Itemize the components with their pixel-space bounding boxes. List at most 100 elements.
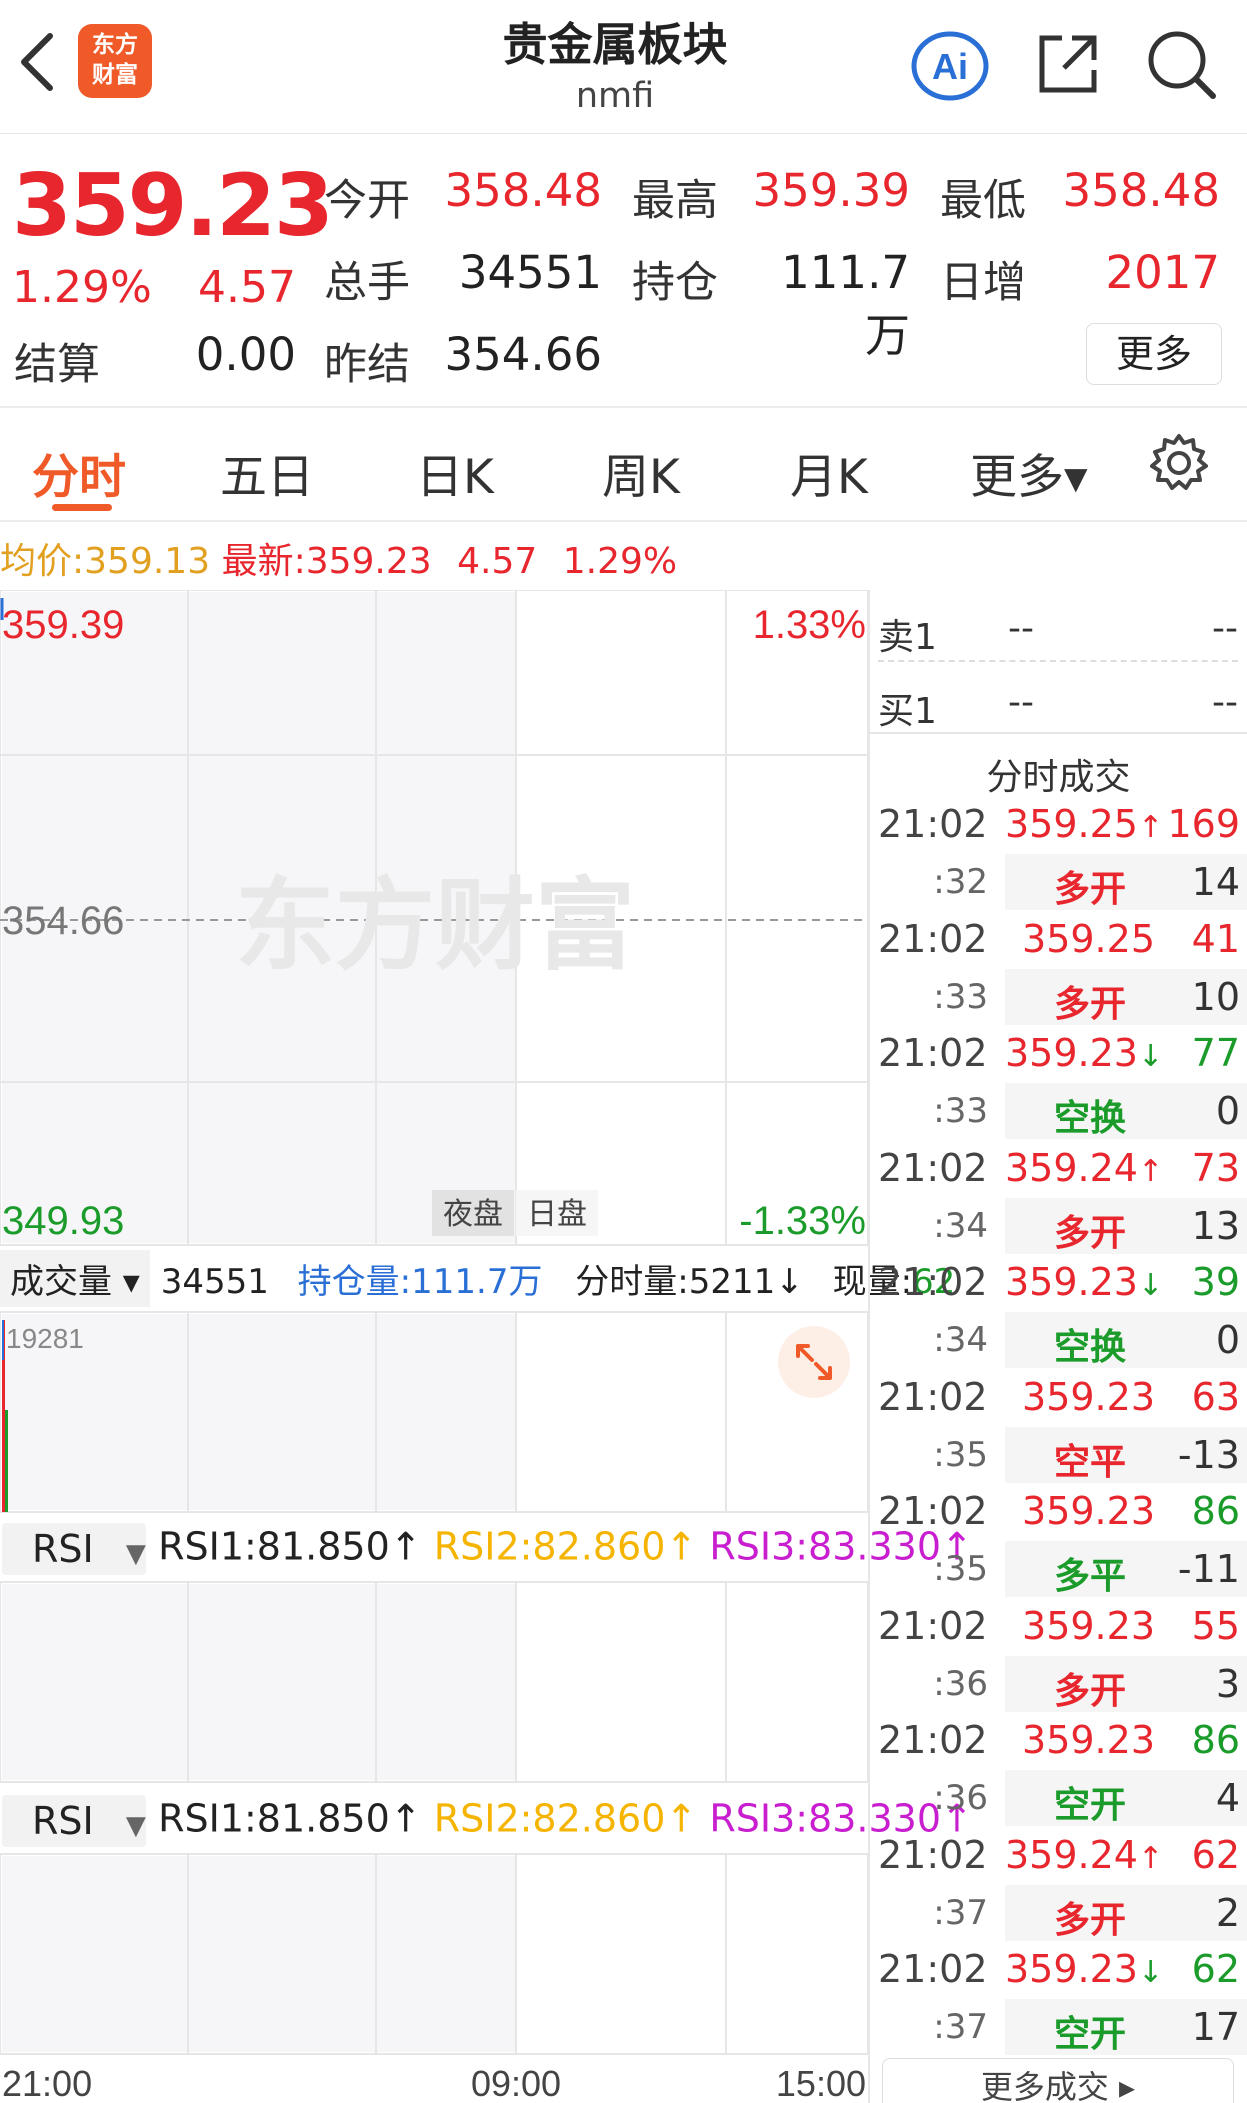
time-label-end: 15:00: [776, 2063, 866, 2103]
buy1-label: 买1: [878, 691, 937, 732]
tab-monthly-k[interactable]: 月K: [790, 438, 868, 507]
search-icon[interactable]: [1145, 28, 1219, 102]
open-interest-info: 持仓量:111.7万: [297, 1262, 543, 1302]
trade-volume: 73: [1191, 1145, 1240, 1190]
trade-volume: 77: [1191, 1031, 1240, 1075]
trade-volume: 169: [1167, 802, 1240, 846]
trade-price: 359.25↑: [1005, 802, 1164, 846]
trade-price: 359.24↑: [1005, 1832, 1164, 1877]
settings-gear-icon[interactable]: [1148, 432, 1210, 494]
trade-qty: 14: [1191, 860, 1240, 904]
trade-qty: -11: [1177, 1547, 1240, 1591]
trade-volume: 39: [1191, 1260, 1240, 1304]
settle-value: 0.00: [195, 328, 296, 381]
tab-intraday[interactable]: 分时: [32, 438, 126, 507]
trade-qty: 3: [1215, 1661, 1240, 1706]
indicator-selector-rsi-1[interactable]: RSI ▼: [2, 1523, 146, 1575]
time-label-mid: 09:00: [471, 2063, 561, 2103]
last-price: 359.23: [12, 156, 334, 256]
trade-qty: -13: [1177, 1432, 1240, 1477]
rsi1-value: RSI1:81.850: [158, 1796, 390, 1841]
day-session-label: 日盘: [527, 1197, 587, 1232]
intraday-chart[interactable]: 东方财富 359.39 1.33% 354.66 349.93 -1.33% 夜…: [0, 590, 870, 2103]
rsi-selector-label: RSI: [32, 1527, 94, 1571]
trade-seconds: :35: [933, 1549, 988, 1589]
price-summary-line: 均价:359.13 最新:359.23 4.57 1.29%: [0, 532, 677, 584]
open-value: 358.48: [444, 164, 602, 217]
trade-seconds: :34: [933, 1320, 988, 1360]
tab-weekly-k[interactable]: 周K: [602, 438, 680, 507]
logo-line-1: 东方: [92, 32, 138, 58]
volume-total: 34551: [160, 1262, 269, 1302]
change-value: 4.57: [198, 262, 296, 313]
tab-more[interactable]: 更多▾: [970, 438, 1088, 507]
trade-qty: 0: [1215, 1089, 1240, 1133]
latest-label: 最新:: [221, 541, 306, 582]
trade-price: 359.23: [1022, 1489, 1155, 1533]
trade-volume: 63: [1191, 1374, 1240, 1419]
low-label: 最低: [940, 176, 1026, 226]
sell1-volume: --: [1212, 608, 1238, 649]
trade-seconds: :37: [933, 2007, 988, 2047]
indicator-selector-rsi-2[interactable]: RSI ▼: [2, 1795, 146, 1847]
trade-volume: 86: [1191, 1718, 1240, 1762]
trade-seconds: :36: [933, 1778, 988, 1818]
open-interest-label: 持仓: [632, 258, 718, 308]
trade-volume: 41: [1191, 916, 1240, 961]
night-session-label: 夜盘: [443, 1197, 503, 1232]
daily-increase-label: 日增: [940, 258, 1026, 308]
prev-settle-value: 354.66: [444, 328, 602, 381]
volume-selector-label: 成交量: [10, 1262, 112, 1302]
ai-icon-label: Ai: [932, 46, 968, 87]
latest-value: 359.23: [305, 541, 432, 582]
trade-seconds: :33: [933, 976, 988, 1017]
back-arrow-icon[interactable]: [14, 30, 62, 94]
share-icon[interactable]: [1032, 28, 1104, 100]
trade-price: 359.25: [1022, 916, 1155, 961]
oi-line: [2, 1320, 4, 1360]
trades-title: 分时成交: [986, 757, 1131, 798]
active-tab-indicator: [52, 504, 112, 511]
volume-info-line: 成交量 ▾ 34551 持仓量:111.7万 分时量:5211↓ 现量:62: [0, 1250, 955, 1307]
trade-qty: 13: [1191, 1203, 1240, 1248]
time-label-start: 21:00: [2, 2063, 92, 2103]
more-quote-button[interactable]: 更多: [1086, 323, 1222, 385]
expand-button[interactable]: [778, 1326, 850, 1398]
trade-time: 21:02: [878, 1374, 988, 1419]
settle-label: 结算: [14, 340, 100, 390]
rsi-night-shade-2: [2, 1856, 516, 2052]
instrument-code: nmfi: [575, 76, 655, 116]
trade-seconds: :36: [933, 1663, 988, 1704]
trade-qty: 17: [1191, 2005, 1240, 2049]
trade-price: 359.23↓: [1005, 1947, 1164, 1991]
top-price-label: 359.39: [2, 603, 124, 647]
logo-line-2: 财富: [92, 62, 138, 88]
trade-time: 21:02: [878, 802, 988, 846]
panel-divider: [868, 590, 870, 2103]
avg-price-label: 均价:: [0, 541, 85, 582]
sell1-label: 卖1: [878, 617, 937, 658]
trade-qty: 0: [1215, 1318, 1240, 1362]
trade-time: 21:02: [878, 916, 988, 961]
rsi1-value: RSI1:81.850: [158, 1524, 390, 1569]
more-trades-button[interactable]: 更多成交 ▸: [882, 2058, 1234, 2103]
rsi2-value: RSI2:82.860: [433, 1524, 666, 1569]
trade-time: 21:02: [878, 1603, 988, 1648]
trade-time: 21:02: [878, 1031, 988, 1075]
volume-max-label: 19281: [6, 1323, 84, 1354]
trade-price: 359.23: [1022, 1374, 1155, 1419]
tick-volume: 分时量:5211: [575, 1262, 776, 1302]
ai-assistant-icon[interactable]: Ai: [910, 30, 990, 102]
rsi-info-line-1: RSI ▼ RSI1:81.850↑ RSI2:82.860↑ RSI3:83.…: [0, 1523, 973, 1575]
rsi-night-shade-1: [2, 1584, 516, 1780]
daily-increase-value: 2017: [1105, 246, 1220, 299]
indicator-selector-volume[interactable]: 成交量 ▾: [0, 1250, 150, 1307]
trade-volume: 55: [1191, 1603, 1240, 1648]
sell1-price: --: [1008, 608, 1034, 649]
tab-daily-k[interactable]: 日K: [416, 438, 494, 507]
high-value: 359.39: [752, 164, 910, 217]
tab-five-day[interactable]: 五日: [220, 438, 314, 507]
volume-label: 总手: [324, 258, 410, 308]
open-interest-value: 111.7万: [781, 246, 910, 362]
top-pct-label: 1.33%: [753, 603, 866, 647]
